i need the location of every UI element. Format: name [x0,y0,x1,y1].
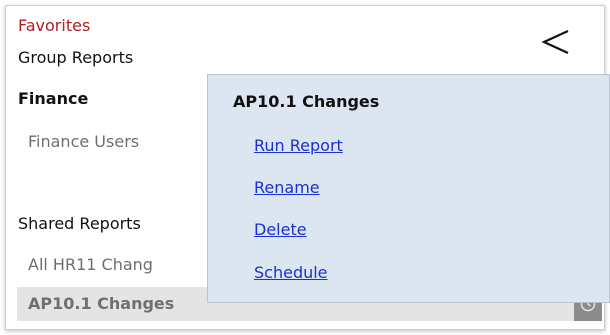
chevron-left-icon[interactable] [538,22,574,62]
delete-link[interactable]: Delete [254,220,307,239]
reports-panel: Favorites Group Reports Finance Finance … [5,5,610,330]
schedule-link[interactable]: Schedule [254,263,328,282]
finance-users-item[interactable]: Finance Users [28,132,139,151]
context-menu-title: AP10.1 Changes [233,92,380,111]
rename-link[interactable]: Rename [254,178,320,197]
finance-heading: Finance [18,89,89,108]
favorites-link[interactable]: Favorites [18,16,90,35]
report-context-menu: AP10.1 Changes Run Report Rename Delete … [207,74,610,303]
run-report-link[interactable]: Run Report [254,136,343,155]
shared-reports-heading: Shared Reports [18,214,141,233]
group-reports-link[interactable]: Group Reports [18,48,133,67]
selected-report-label: AP10.1 Changes [28,294,175,313]
hr11-changes-item[interactable]: All HR11 Chang [28,255,153,274]
